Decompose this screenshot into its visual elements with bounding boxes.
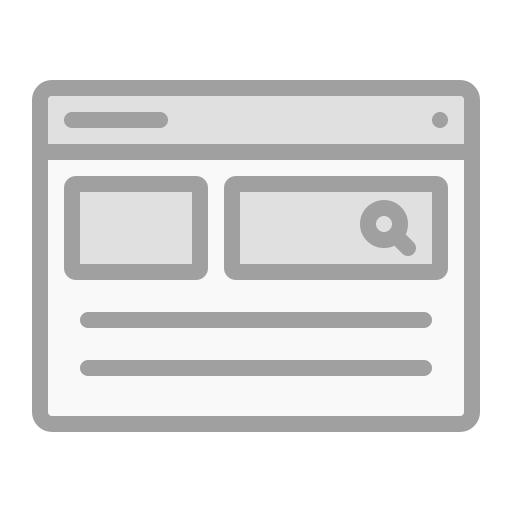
left-panel: [64, 176, 208, 280]
browser-window-icon: [32, 80, 480, 432]
circle-dot-icon: [432, 112, 448, 128]
browser-window-icon-canvas: [0, 0, 512, 512]
search-panel: [224, 176, 448, 280]
